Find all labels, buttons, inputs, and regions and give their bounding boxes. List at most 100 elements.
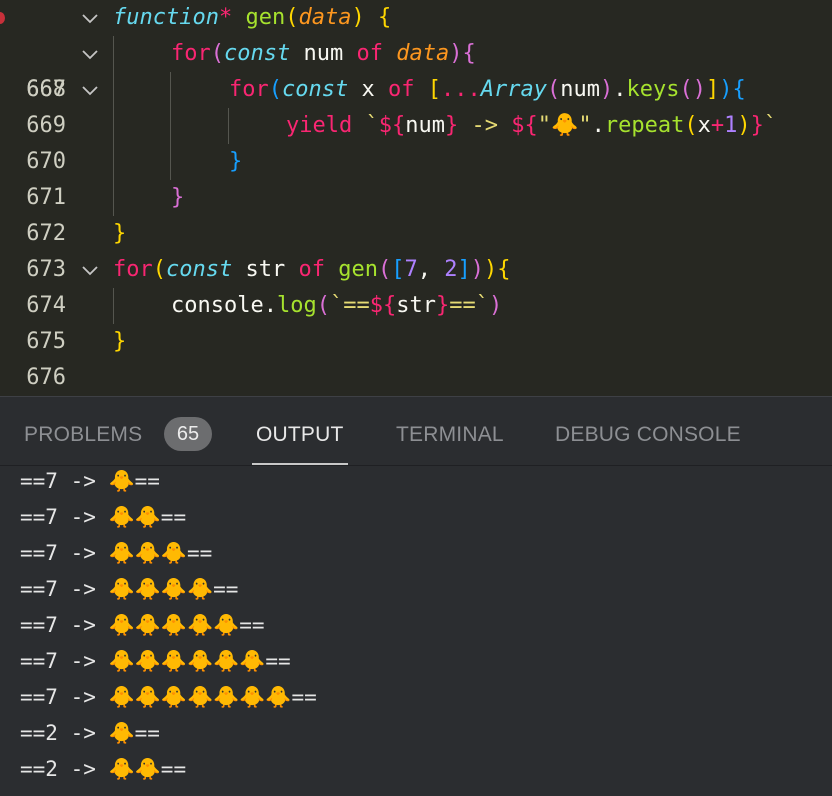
code-token: `== bbox=[329, 293, 370, 318]
chevron-down-icon[interactable] bbox=[80, 260, 100, 280]
code-token: for bbox=[229, 77, 269, 102]
tab-label: TERMINAL bbox=[396, 423, 504, 446]
code-line[interactable]: 667 function* gen(data) { bbox=[0, 0, 832, 102]
tab-label: OUTPUT bbox=[256, 423, 344, 446]
code-text: } bbox=[229, 144, 242, 180]
breakpoint-icon[interactable] bbox=[0, 12, 5, 24]
code-token: x bbox=[348, 77, 388, 102]
code-token: ( bbox=[679, 77, 693, 102]
code-token: ( bbox=[285, 5, 299, 30]
code-line[interactable]: 674 for(const str of gen([7, 2])){ bbox=[0, 252, 832, 318]
code-token: ( bbox=[210, 41, 224, 66]
code-text: function* gen(data) { bbox=[113, 0, 391, 36]
chevron-down-icon[interactable] bbox=[80, 80, 100, 100]
code-token: . bbox=[613, 77, 627, 102]
code-token: , bbox=[417, 257, 445, 282]
code-token: } bbox=[229, 149, 243, 174]
code-token: gen bbox=[245, 5, 286, 30]
code-token: . bbox=[263, 293, 277, 318]
output-line: ==7 -> 🐥== bbox=[20, 469, 160, 493]
code-token: Array bbox=[480, 77, 547, 102]
chevron-down-icon[interactable] bbox=[80, 8, 100, 28]
code-token: ) bbox=[470, 257, 484, 282]
code-token: ` bbox=[365, 113, 379, 138]
code-token: ) bbox=[737, 113, 751, 138]
code-token: function bbox=[113, 5, 219, 30]
code-token: of bbox=[356, 41, 383, 66]
code-text: yield `${num} -> ${"🐥".repeat(x+1)}` bbox=[286, 108, 777, 144]
code-text: for(const num of data){ bbox=[171, 36, 476, 72]
code-token: ${ bbox=[378, 113, 406, 138]
code-token: const bbox=[166, 257, 233, 282]
code-editor[interactable]: 667 function* gen(data) { 668 for(const … bbox=[0, 0, 832, 396]
tab-terminal[interactable]: TERMINAL bbox=[396, 397, 504, 465]
tab-problems[interactable]: PROBLEMS bbox=[24, 397, 142, 465]
code-line[interactable]: 676 } bbox=[0, 324, 832, 390]
code-token: ( bbox=[268, 77, 282, 102]
panel-tab-bar: PROBLEMS 65 OUTPUT TERMINAL DEBUG CONSOL… bbox=[0, 396, 832, 466]
code-token: ) bbox=[351, 5, 365, 30]
code-token: ${ bbox=[369, 293, 397, 318]
output-line: ==2 -> 🐥🐥== bbox=[20, 757, 187, 781]
code-line[interactable]: 671 } bbox=[0, 144, 832, 210]
code-token: gen bbox=[338, 257, 378, 282]
code-token: ] bbox=[457, 257, 471, 282]
code-text: for(const x of [...Array(num).keys()]){ bbox=[229, 72, 746, 108]
code-line[interactable]: 673 } bbox=[0, 216, 832, 282]
code-token: } bbox=[113, 221, 127, 246]
output-line: ==2 -> 🐥== bbox=[20, 721, 160, 745]
code-token: ] bbox=[705, 77, 720, 102]
code-token: ( bbox=[377, 257, 392, 282]
tab-output[interactable]: OUTPUT bbox=[252, 397, 348, 465]
code-text: console.log(`==${str}==`) bbox=[171, 288, 502, 324]
code-token: for bbox=[113, 257, 153, 282]
code-token: log bbox=[276, 293, 317, 318]
code-token: x bbox=[697, 113, 711, 138]
code-text: for(const str of gen([7, 2])){ bbox=[113, 252, 510, 288]
output-line: ==7 -> 🐥🐥🐥🐥🐥🐥🐥== bbox=[20, 685, 317, 709]
code-token: ( bbox=[546, 77, 561, 102]
code-line[interactable]: 668 for(const num of data){ bbox=[0, 36, 832, 102]
code-token: { bbox=[497, 257, 511, 282]
code-token: ) bbox=[483, 257, 498, 282]
code-token: keys bbox=[626, 77, 680, 102]
problems-count-badge: 65 bbox=[164, 417, 212, 451]
code-token: ` bbox=[763, 113, 778, 138]
code-token: { bbox=[732, 77, 746, 102]
active-tab-indicator bbox=[252, 463, 348, 465]
code-token: ) bbox=[719, 77, 733, 102]
tab-label: PROBLEMS bbox=[24, 423, 143, 446]
code-line[interactable]: 670 yield `${num} -> ${"🐥".repeat(x+1)}` bbox=[0, 108, 832, 174]
code-text: } bbox=[113, 324, 126, 360]
code-token: ) bbox=[692, 77, 706, 102]
code-token: { bbox=[462, 41, 476, 66]
code-token: ... bbox=[440, 77, 481, 102]
code-text: } bbox=[171, 180, 184, 216]
code-line[interactable]: 677 bbox=[0, 360, 832, 396]
code-token: ( bbox=[316, 293, 330, 318]
code-token: str bbox=[232, 257, 299, 282]
code-token: 7 bbox=[404, 257, 418, 282]
output-line: ==7 -> 🐥🐥🐥🐥🐥🐥== bbox=[20, 649, 291, 673]
code-token: num bbox=[290, 41, 357, 66]
code-line[interactable]: 669 for(const x of [...Array(num).keys()… bbox=[0, 72, 832, 138]
code-line[interactable]: 675 console.log(`==${str}==`) bbox=[0, 288, 832, 354]
code-token: data bbox=[396, 41, 450, 66]
tab-debug-console[interactable]: DEBUG CONSOLE bbox=[555, 397, 741, 465]
code-text: } bbox=[113, 216, 126, 252]
code-token: -> bbox=[458, 113, 512, 138]
code-token: ( bbox=[152, 257, 166, 282]
code-token: console bbox=[171, 293, 264, 318]
output-panel[interactable]: ==7 -> 🐥== ==7 -> 🐥🐥== ==7 -> 🐥🐥🐥== ==7 … bbox=[0, 466, 832, 796]
code-token: str bbox=[396, 293, 436, 318]
code-line[interactable]: 672 } bbox=[0, 180, 832, 246]
code-token: } bbox=[171, 185, 185, 210]
code-token: of bbox=[298, 257, 325, 282]
code-token: 1 bbox=[724, 113, 738, 138]
tab-label: DEBUG CONSOLE bbox=[555, 423, 741, 446]
chevron-down-icon[interactable] bbox=[80, 44, 100, 64]
